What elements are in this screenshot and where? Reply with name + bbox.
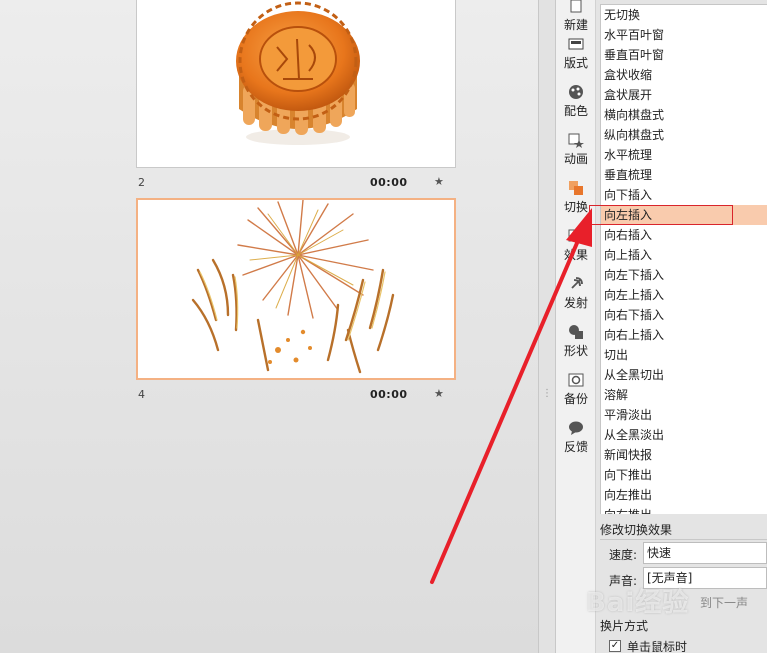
slide-number: 2	[138, 176, 145, 189]
tool-label: 发射	[563, 296, 588, 310]
slide-timing: 00:00	[370, 176, 408, 189]
transition-list-item[interactable]: 水平百叶窗	[601, 25, 767, 45]
transition-list-item[interactable]: 向左上插入	[601, 285, 767, 305]
slide-meta-2: 2 00:00 ★	[136, 175, 456, 192]
slide-timing: 00:00	[370, 388, 408, 401]
tool-backup-button[interactable]: 备份	[556, 366, 596, 414]
mooncake-image	[236, 1, 360, 145]
slide-number: 4	[138, 388, 145, 401]
speed-select[interactable]: 快速	[643, 542, 767, 564]
sound-label: 声音:	[609, 574, 638, 588]
transition-list-item[interactable]: 垂直百叶窗	[601, 45, 767, 65]
transition-list-item[interactable]: 向左推出	[601, 485, 767, 505]
shapes-icon	[569, 325, 583, 339]
tool-palette-button[interactable]: 配色	[556, 78, 596, 126]
palette-icon	[569, 85, 583, 99]
tool-label: 版式	[563, 56, 588, 70]
transition-list-item[interactable]: 向左下插入	[601, 265, 767, 285]
tool-effects-button[interactable]: 效果	[556, 222, 596, 270]
task-toolbar: 新建 版式 配色 动画 切换 效果 发射 形状 备份 反馈	[556, 0, 596, 653]
tool-label: 形状	[563, 344, 588, 358]
transition-list-item[interactable]: 从全黑切出	[601, 365, 767, 385]
transition-list-item[interactable]: 垂直梳理	[601, 165, 767, 185]
on-click-checkbox[interactable]: ✓	[609, 640, 621, 652]
tool-label: 效果	[563, 248, 588, 262]
transition-list[interactable]: 无切换 水平百叶窗 垂直百叶窗 盒状收缩 盒状展开 横向棋盘式 纵向棋盘式 水平梳理 垂直梳理向…	[600, 4, 767, 514]
animation-star-icon[interactable]: ★	[434, 387, 444, 400]
advance-slide-title: 换片方式	[600, 619, 649, 633]
feedback-icon	[569, 421, 583, 435]
tool-shapes-button[interactable]: 形状	[556, 318, 596, 366]
slide-thumbnail-pane: 2 00:00 ★ 4 00:00 ★	[0, 0, 538, 653]
section-divider	[600, 539, 767, 540]
transition-list-item[interactable]: 向右推出	[601, 505, 767, 514]
tool-broadcast-button[interactable]: 发射	[556, 270, 596, 318]
transition-list-item[interactable]: 横向棋盘式	[601, 105, 767, 125]
transition-list-item[interactable]: 盒状展开	[601, 85, 767, 105]
tool-label: 动画	[563, 152, 588, 166]
transition-list-item[interactable]: 水平梳理	[601, 145, 767, 165]
slide-thumbnail-4[interactable]	[136, 198, 456, 380]
tool-layout-button[interactable]: 版式	[556, 30, 596, 78]
transition-list-item[interactable]: 向右插入	[601, 225, 767, 245]
layout-icon	[568, 38, 584, 50]
tool-label: 备份	[563, 392, 588, 406]
transition-icon	[569, 181, 583, 195]
transition-list-item[interactable]: 新闻快报	[601, 445, 767, 465]
transition-list-item[interactable]: 向上插入	[601, 245, 767, 265]
transition-list-item[interactable]: 向右下插入	[601, 305, 767, 325]
broadcast-icon	[571, 277, 583, 289]
slide-thumbnail-2[interactable]	[136, 0, 456, 168]
transition-list-item[interactable]: 向右上插入	[601, 325, 767, 345]
transition-list-item[interactable]: 溶解	[601, 385, 767, 405]
animation-icon	[568, 133, 584, 148]
tool-label: 配色	[563, 104, 588, 118]
tool-feedback-button[interactable]: 反馈	[556, 414, 596, 462]
transition-list-item[interactable]: 盒状收缩	[601, 65, 767, 85]
transition-list-item[interactable]: 平滑淡出	[601, 405, 767, 425]
effects-icon	[568, 229, 584, 242]
modify-transition-title: 修改切换效果	[600, 523, 673, 537]
splitter-grip-icon[interactable]: ⋮	[542, 389, 552, 399]
transition-list-item[interactable]: 向下推出	[601, 465, 767, 485]
transition-list-item[interactable]: 切出	[601, 345, 767, 365]
auto-next-text: 到下一声	[700, 596, 749, 610]
transition-list-item[interactable]: 纵向棋盘式	[601, 125, 767, 145]
backup-icon	[568, 373, 584, 387]
animation-star-icon[interactable]: ★	[434, 175, 444, 188]
transition-list-item[interactable]: 从全黑淡出	[601, 425, 767, 445]
selected-item-outline	[589, 205, 733, 225]
pane-splitter[interactable]: ⋮	[538, 0, 556, 653]
speed-label: 速度:	[609, 548, 638, 562]
sound-select[interactable]: [无声音]	[643, 567, 767, 589]
tool-label: 反馈	[563, 440, 588, 454]
tool-animation-button[interactable]: 动画	[556, 126, 596, 174]
new-icon	[570, 0, 582, 13]
on-click-label: 单击鼠标时	[627, 640, 688, 653]
transition-list-item[interactable]: 向下插入	[601, 185, 767, 205]
transition-list-item[interactable]: 无切换	[601, 5, 767, 25]
fireworks-image	[191, 199, 395, 374]
slide-meta-4: 4 00:00 ★	[136, 387, 456, 404]
